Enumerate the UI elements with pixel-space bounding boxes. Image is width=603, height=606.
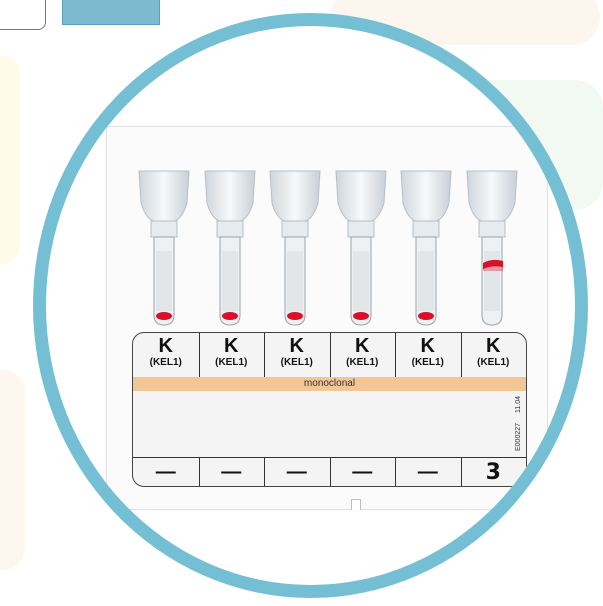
result-mark: —: [286, 461, 307, 483]
antigen-label: K: [224, 335, 239, 357]
antigen-sublabel: (KEL1): [346, 357, 379, 368]
antigen-sublabel: (KEL1): [215, 357, 248, 368]
antigen-label: K: [158, 335, 173, 357]
antigen-label: K: [420, 335, 435, 357]
result-cell: —: [264, 458, 331, 486]
top-tab-bar[interactable]: [62, 0, 160, 25]
result-mark: —: [155, 461, 176, 483]
result-cell: —: [395, 458, 462, 486]
card-label: K (KEL1) K (KEL1) K (KEL1) K (KEL1) K (KEL1) K (KEL…: [132, 332, 527, 487]
image-frame-circle: K (KEL1) K (KEL1) K (KEL1) K (KEL1) K (KEL1) K (KEL…: [33, 13, 588, 598]
antigen-sublabel: (KEL1): [477, 357, 510, 368]
result-mark: —: [417, 461, 438, 483]
result-mark: —: [221, 461, 242, 483]
antigen-cell: K (KEL1): [264, 333, 331, 377]
gel-tube: [399, 165, 453, 345]
result-cell: 3: [461, 458, 527, 486]
antigen-cell: K (KEL1): [461, 333, 527, 377]
antigen-sublabel: (KEL1): [411, 357, 444, 368]
gel-tube: [268, 165, 322, 345]
gel-tube: [334, 165, 388, 345]
bg-block: [0, 370, 25, 570]
gel-tube: [203, 165, 257, 345]
gel-tube: [137, 165, 191, 345]
result-cell: —: [330, 458, 396, 486]
antigen-cell: K (KEL1): [395, 333, 462, 377]
antigen-cell: K (KEL1): [330, 333, 396, 377]
antigen-label: K: [486, 335, 501, 357]
top-left-button[interactable]: [0, 0, 46, 30]
gel-tube: [465, 165, 519, 345]
bg-block: [0, 55, 20, 265]
result-row: — — — — — 3: [133, 457, 527, 486]
type-band: monoclonal: [133, 377, 526, 391]
result-cell: —: [133, 458, 200, 486]
antigen-cell: K (KEL1): [133, 333, 200, 377]
lot-number: 11.04: [515, 396, 522, 413]
antigen-label: K: [289, 335, 304, 357]
antigen-sublabel: (KEL1): [280, 357, 313, 368]
gel-card: K (KEL1) K (KEL1) K (KEL1) K (KEL1) K (KEL1) K (KEL…: [106, 126, 548, 510]
antigen-label: K: [355, 335, 370, 357]
antigen-cell: K (KEL1): [199, 333, 265, 377]
result-mark: —: [352, 461, 373, 483]
card-notch: [351, 499, 361, 510]
result-cell: —: [199, 458, 265, 486]
product-code: E000227: [515, 422, 522, 451]
antigen-sublabel: (KEL1): [149, 357, 182, 368]
result-mark: 3: [485, 460, 501, 485]
